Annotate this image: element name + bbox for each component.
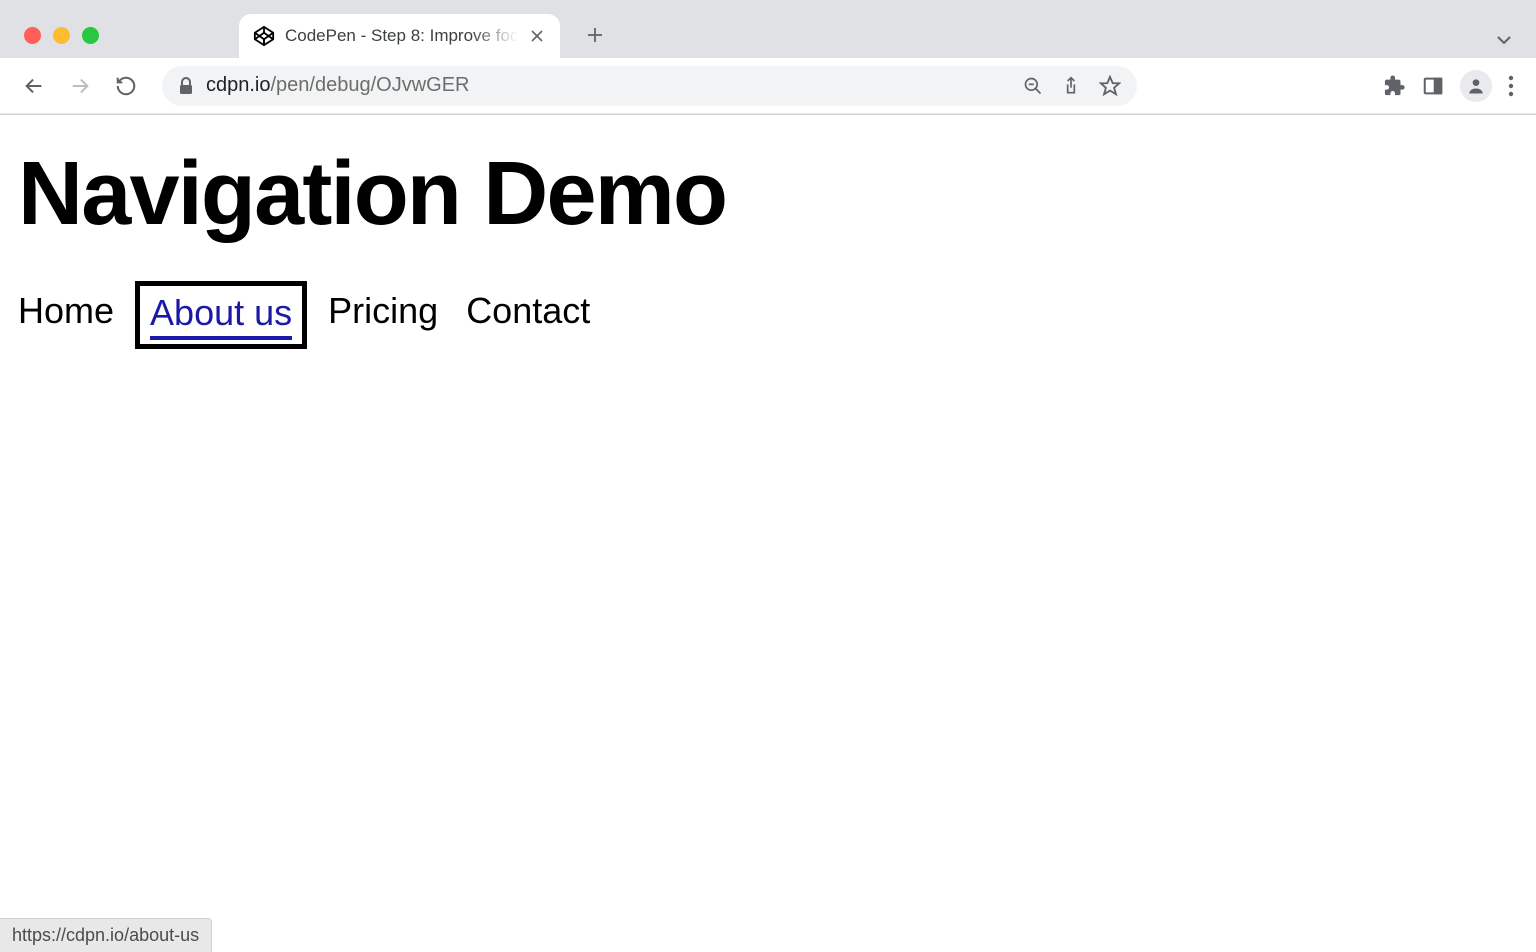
nav-item-about-us: About us [142,288,300,342]
nav-item-contact: Contact [466,288,590,342]
nav-link-contact[interactable]: Contact [466,288,590,334]
share-icon[interactable] [1061,75,1081,97]
nav-link-home[interactable]: Home [18,288,114,334]
nav-link-about-us[interactable]: About us [150,290,292,340]
minimize-window-button[interactable] [53,27,70,44]
browser-tab[interactable]: CodePen - Step 8: Improve foc [239,14,560,58]
back-button[interactable] [14,66,54,106]
window-controls [24,27,99,44]
toolbar-right [1384,70,1522,102]
nav-item-home: Home [18,288,114,342]
url-domain: cdpn.io [206,74,271,96]
close-window-button[interactable] [24,27,41,44]
url-text: cdpn.io/pen/debug/OJvwGER [206,74,1011,97]
status-bar: https://cdpn.io/about-us [0,918,212,952]
page-title: Navigation Demo [18,143,1518,246]
tab-title: CodePen - Step 8: Improve foc [285,26,518,46]
forward-button[interactable] [60,66,100,106]
zoom-out-icon[interactable] [1023,76,1043,96]
side-panel-icon[interactable] [1422,75,1444,97]
url-path: /pen/debug/OJvwGER [271,74,470,96]
new-tab-button[interactable] [580,20,610,50]
browser-toolbar: cdpn.io/pen/debug/OJvwGER [0,58,1536,114]
profile-avatar-icon[interactable] [1460,70,1492,102]
address-bar[interactable]: cdpn.io/pen/debug/OJvwGER [162,66,1137,106]
nav-link-pricing[interactable]: Pricing [328,288,438,334]
omnibox-actions [1023,75,1121,97]
tab-strip: CodePen - Step 8: Improve foc [0,0,1536,58]
tab-overflow-button[interactable] [1494,30,1514,50]
kebab-menu-icon[interactable] [1508,75,1514,97]
page-content: Navigation Demo Home About us Pricing Co… [0,115,1536,370]
bookmark-star-icon[interactable] [1099,75,1121,97]
navigation-list: Home About us Pricing Contact [18,288,1518,342]
codepen-icon [253,25,275,47]
extensions-icon[interactable] [1384,75,1406,97]
nav-item-pricing: Pricing [328,288,438,342]
browser-chrome: CodePen - Step 8: Improve foc [0,0,1536,115]
maximize-window-button[interactable] [82,27,99,44]
lock-icon [178,77,194,95]
close-tab-button[interactable] [528,27,546,45]
reload-button[interactable] [106,66,146,106]
